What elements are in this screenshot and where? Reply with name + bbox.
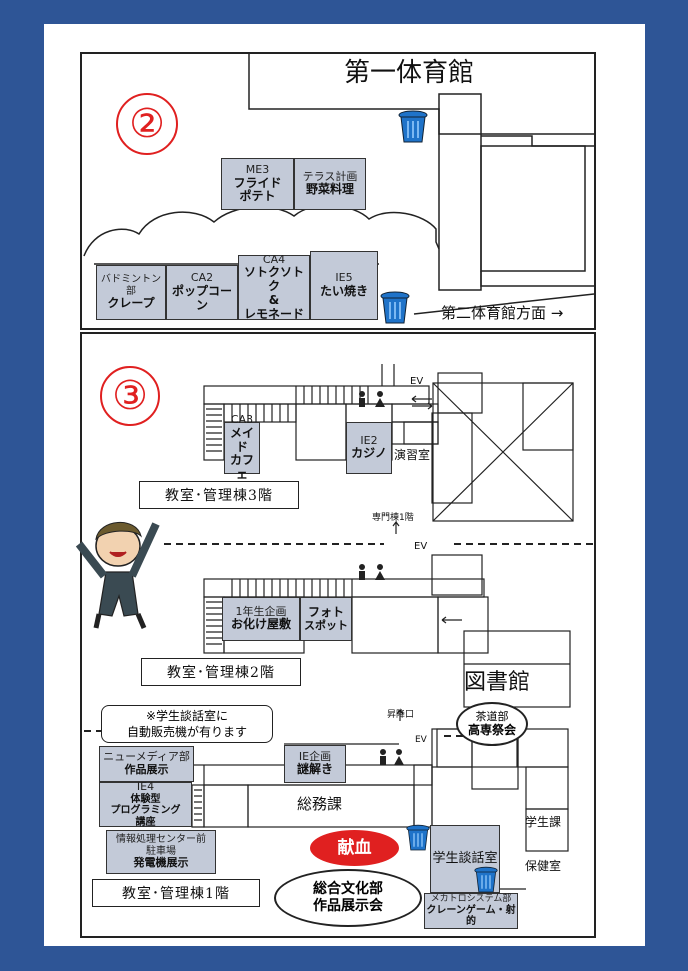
room-generator[interactable]: 情報処理センター前 駐車場 発電機展示: [106, 830, 216, 874]
room-name: 発電機展示: [133, 856, 189, 870]
room-name: ソトクソトク: [243, 265, 304, 294]
area2-marker: ②: [116, 93, 178, 155]
room-name: 謎解き: [296, 762, 333, 777]
bubble-line: 総合文化部: [313, 881, 383, 898]
ev-floor3: EV: [410, 376, 424, 387]
room-ca4[interactable]: CA4 ソトクソトク & レモネード: [238, 253, 310, 321]
room-code: バドミントン部: [100, 274, 162, 297]
enshu-room: 演習室: [394, 448, 431, 462]
bubble-line: 高専祭会: [467, 723, 516, 738]
room-name: 体験型: [130, 793, 161, 805]
room-name: カジノ: [351, 446, 387, 461]
room-name: 講座: [135, 816, 156, 828]
room-name: メイド: [229, 425, 254, 454]
trash-can-icon: [398, 110, 428, 143]
room-photo-spot[interactable]: フォト スポット: [300, 597, 352, 641]
culture-club-bubble[interactable]: 総合文化部 作品展示会: [274, 869, 422, 927]
map-sheet: ② 第一体育館 第二体育館方面 → ME3 フライド ポテト テラス計画 野菜料…: [44, 24, 645, 946]
hoken-room: 保健室: [525, 859, 562, 873]
room-name: クレーンゲーム・射的: [426, 904, 516, 928]
gym1-annex: [480, 145, 586, 272]
room-name: 作品展示: [124, 763, 169, 776]
floor3-label: 教室･管理棟3階: [139, 481, 299, 509]
room-ca3[interactable]: CA3 メイド カフェ: [224, 413, 260, 481]
trash-can-icon: [380, 291, 410, 324]
library: 図書館: [464, 670, 531, 695]
senmon-label: 専門棟1階: [372, 513, 414, 523]
room-ie4[interactable]: IE4 体験型 プログラミング 講座: [99, 779, 192, 828]
tree-line: [83, 204, 440, 257]
kenketsu-badge[interactable]: 献血: [310, 830, 399, 866]
bubble-line: 茶道部: [475, 710, 509, 724]
room-me3[interactable]: ME3 フライド ポテト: [221, 158, 294, 210]
gakusei-ka: 学生課: [525, 815, 562, 829]
trash-can-icon: [474, 866, 498, 893]
note-line: 自動販売機が有ります: [126, 725, 247, 740]
room-name: 学生談話室: [432, 850, 498, 866]
note-line: ※学生談話室に: [145, 709, 229, 723]
room-ie2[interactable]: IE2 カジノ: [346, 422, 392, 474]
room-mechatro[interactable]: メカトロシステム部 クレーンゲーム・射的: [424, 893, 518, 929]
room-name: &: [268, 292, 280, 307]
room-ie5[interactable]: IE5 たい焼き: [310, 251, 378, 320]
room-name: たい焼き: [319, 283, 368, 298]
room-code: メカトロシステム部: [430, 894, 512, 905]
tea-ceremony-bubble[interactable]: 茶道部 高専祭会: [456, 702, 528, 746]
room-name: レモネード: [243, 306, 304, 321]
room-name: スポット: [304, 618, 348, 632]
vending-note: ※学生談話室に 自動販売機が有ります: [101, 705, 273, 743]
room-name: プログラミング: [110, 805, 181, 817]
somu-office: 総務課: [297, 795, 343, 813]
room-ie-nazotoki[interactable]: IE企画 謎解き: [284, 745, 346, 783]
room-name: ポップコーン: [171, 284, 232, 312]
room-name: ポテト: [239, 189, 276, 204]
bubble-line: 作品展示会: [313, 898, 383, 914]
room-code: IE4: [136, 779, 155, 793]
gym1-corridor: [438, 93, 482, 291]
gym2-direction: 第二体育館方面 →: [441, 304, 564, 322]
room-obakeyashiki[interactable]: 1年生企画 お化け屋敷: [222, 597, 300, 641]
ev-floor2: EV: [414, 541, 428, 552]
ev-floor1: EV: [415, 735, 427, 745]
room-code: 情報処理センター前: [116, 834, 206, 846]
room-new-media[interactable]: ニューメディア部 作品展示: [99, 746, 194, 782]
area3-marker: ③: [100, 366, 160, 426]
floor1-label: 教室･管理棟1階: [92, 879, 260, 907]
room-name: クレープ: [107, 296, 155, 311]
gym1-title: 第一体育館: [344, 58, 475, 88]
room-name: お化け屋敷: [230, 617, 291, 632]
room-terrace[interactable]: テラス計画 野菜料理: [294, 158, 366, 210]
floor2-label: 教室･管理棟2階: [141, 658, 301, 686]
room-ca2[interactable]: CA2 ポップコーン: [166, 265, 238, 320]
shokouguchi-label: 昇降口: [387, 710, 415, 720]
room-name: 野菜料理: [305, 182, 354, 197]
trash-can-icon: [406, 824, 430, 851]
kenketsu-text: 献血: [337, 837, 372, 858]
room-name: カフェ: [229, 453, 254, 482]
room-code: ME3: [245, 162, 270, 176]
room-badminton[interactable]: バドミントン部 クレープ: [96, 265, 166, 320]
room-code: CA3: [230, 413, 254, 427]
room-name: フォト: [307, 604, 344, 619]
character-illustration: [75, 521, 160, 629]
